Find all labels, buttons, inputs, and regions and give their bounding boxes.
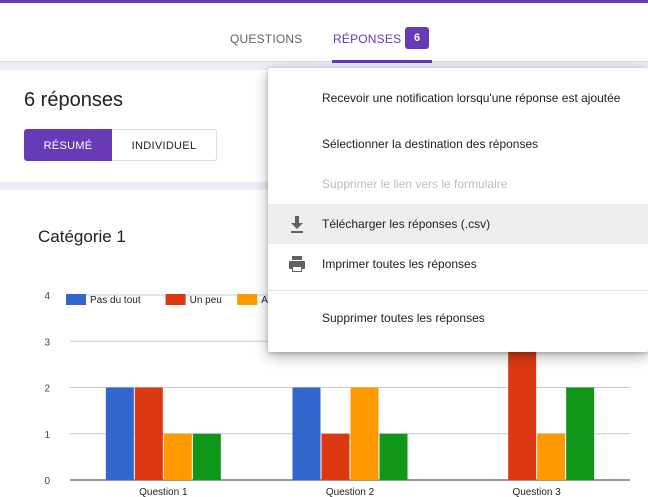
menu-divider: [268, 290, 648, 291]
tab-questions[interactable]: QUESTIONS: [230, 32, 302, 46]
legend-label: Un peu: [190, 295, 222, 306]
menu-item-unlink-form: Supprimer le lien vers le formulaire: [322, 177, 508, 191]
bar: [192, 433, 221, 480]
bar: [163, 433, 192, 480]
bar: [350, 387, 379, 480]
tab-bar: QUESTIONS RÉPONSES 6: [0, 0, 648, 63]
response-count-title: 6 réponses: [24, 89, 123, 111]
menu-item-print-all[interactable]: Imprimer toutes les réponses: [268, 244, 648, 284]
x-tick-label: Question 2: [326, 487, 375, 497]
x-tick-label: Question 3: [512, 487, 561, 497]
legend-swatch: [237, 294, 258, 305]
bar: [508, 341, 537, 480]
bar: [321, 433, 350, 480]
x-tick-label: Question 1: [139, 487, 188, 497]
menu-item-notify[interactable]: Recevoir une notification lorsqu'une rép…: [268, 78, 648, 118]
menu-item-print-all-label: Imprimer toutes les réponses: [322, 257, 477, 271]
y-tick-label: 3: [44, 337, 50, 348]
legend-label: Pas du tout: [90, 295, 141, 306]
forms-responses-page: QUESTIONS RÉPONSES 6 6 réponses RÉSUMÉ I…: [0, 0, 648, 497]
menu-item-download-csv[interactable]: Télécharger les réponses (.csv): [268, 204, 648, 244]
y-tick-label: 0: [44, 476, 50, 487]
y-tick-label: 2: [44, 384, 50, 395]
individual-view-button[interactable]: INDIVIDUEL: [112, 129, 217, 161]
bar: [566, 387, 595, 480]
summary-view-button[interactable]: RÉSUMÉ: [24, 129, 112, 161]
y-tick-label: 4: [44, 291, 50, 302]
menu-item-download-csv-label: Télécharger les réponses (.csv): [322, 217, 491, 231]
bar: [105, 387, 134, 480]
tab-responses[interactable]: RÉPONSES: [333, 32, 401, 46]
bar: [537, 433, 566, 480]
responses-options-menu: Recevoir une notification lorsqu'une rép…: [268, 68, 648, 352]
legend-swatch: [165, 294, 186, 305]
bar: [379, 433, 408, 480]
y-tick-label: 1: [44, 430, 50, 441]
active-tab-indicator: [332, 60, 432, 63]
legend-swatch: [66, 294, 86, 305]
menu-item-delete-all[interactable]: Supprimer toutes les réponses: [268, 298, 648, 338]
responses-count-badge: 6: [405, 27, 429, 49]
download-icon: [291, 216, 303, 233]
menu-item-select-destination[interactable]: Sélectionner la destination des réponses: [268, 124, 648, 164]
print-icon: [289, 256, 305, 272]
bar: [134, 387, 163, 480]
bar: [292, 387, 321, 480]
